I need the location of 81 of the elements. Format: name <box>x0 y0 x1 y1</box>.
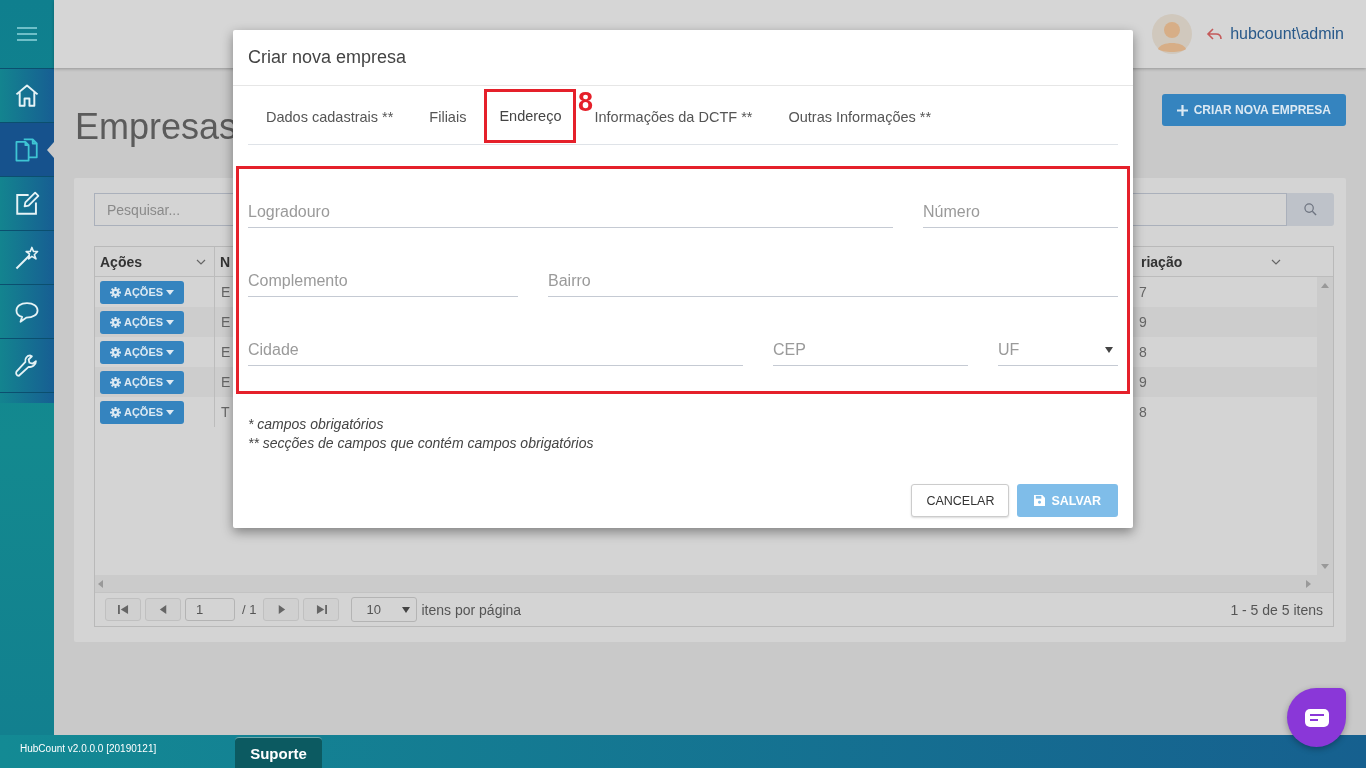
tab[interactable]: Endereço <box>484 89 577 143</box>
table-cell-text: E <box>220 314 232 330</box>
annotation-number: 8 <box>578 87 594 118</box>
create-company-button[interactable]: CRIAR NOVA EMPRESA <box>1161 94 1346 126</box>
sidebar-item[interactable] <box>0 122 54 176</box>
chevron-down-icon <box>196 258 206 265</box>
search-icon <box>1304 203 1317 216</box>
table-cell-text: 8 <box>1138 344 1148 360</box>
caret-icon <box>166 379 175 385</box>
actions-button[interactable]: AÇÕES <box>100 340 184 364</box>
caret-icon <box>1105 346 1113 353</box>
page-size-select[interactable]: 10 <box>351 597 418 622</box>
wrench-icon <box>14 352 40 379</box>
message-icon <box>1304 708 1329 727</box>
table-cell-text: E <box>220 284 232 300</box>
cancel-button[interactable]: CANCELAR <box>911 484 1010 517</box>
caret-icon <box>166 409 175 415</box>
avatar-icon <box>1152 14 1193 54</box>
input-field[interactable]: Bairro <box>548 267 1118 297</box>
footnote: ** secções de campos que contém campos obrigatórios <box>248 434 595 453</box>
tab[interactable]: Filiais <box>411 89 485 144</box>
edit-icon <box>14 190 40 217</box>
column-header[interactable]: riação <box>1141 247 1333 276</box>
first-page-icon <box>117 604 129 615</box>
scroll-left-icon <box>98 579 103 588</box>
tab[interactable]: Dados cadastrais ** <box>248 89 412 144</box>
gear-icon <box>109 316 121 328</box>
input-field[interactable]: Complemento <box>248 267 518 297</box>
home-icon <box>14 82 40 109</box>
user-name[interactable]: hubcount\admin <box>1230 25 1344 43</box>
input-field[interactable]: Logradouro <box>248 198 893 228</box>
horizontal-scrollbar[interactable] <box>95 575 1333 592</box>
table-cell-text: 7 <box>1138 284 1148 300</box>
table-cell-text: T <box>220 404 231 420</box>
column-header[interactable]: Ações <box>95 247 215 276</box>
caret-icon <box>402 606 411 613</box>
table-cell-text: E <box>220 374 232 390</box>
next-page-button[interactable] <box>263 598 300 621</box>
previous-page-button[interactable] <box>145 598 181 621</box>
support-tab[interactable]: Suporte <box>235 737 322 768</box>
scroll-down-icon <box>1321 564 1329 569</box>
page-count: / 1 <box>242 602 257 617</box>
actions-button[interactable]: AÇÕES <box>100 370 184 394</box>
actions-button[interactable]: AÇÕES <box>100 400 184 424</box>
gear-icon <box>109 346 121 358</box>
version-label: HubCount v2.0.0.0 [20190121] <box>20 743 157 754</box>
gear-icon <box>109 406 121 418</box>
table-cell-text: 9 <box>1138 374 1148 390</box>
gear-icon <box>109 376 121 388</box>
select-field[interactable]: UF <box>998 336 1118 366</box>
input-field[interactable]: CEP <box>773 336 968 366</box>
table-cell-text: 9 <box>1138 314 1148 330</box>
caret-icon <box>166 289 175 295</box>
caret-icon <box>166 319 175 325</box>
dialog-title: Criar nova empresa <box>233 30 1133 86</box>
actions-button[interactable]: AÇÕES <box>100 280 184 304</box>
page-input[interactable]: 1 <box>185 598 235 621</box>
previous-page-icon <box>157 604 169 615</box>
footnote: * campos obrigatórios <box>248 415 385 434</box>
reply-arrow-icon <box>1206 27 1223 41</box>
documents-icon <box>14 136 40 163</box>
vertical-scrollbar[interactable] <box>1317 277 1333 575</box>
caret-icon <box>166 349 175 355</box>
tab[interactable]: Outras Informações ** <box>770 89 950 144</box>
last-page-button[interactable] <box>303 598 340 621</box>
table-cell-text: 8 <box>1138 404 1148 420</box>
gear-icon <box>109 286 121 298</box>
items-summary: 1 - 5 de 5 itens <box>1230 601 1323 618</box>
first-page-button[interactable] <box>105 598 141 621</box>
magic-wand-icon <box>14 244 40 271</box>
chevron-down-icon <box>1271 258 1281 265</box>
scroll-right-icon <box>1306 579 1311 588</box>
input-field[interactable]: Número <box>923 198 1118 228</box>
actions-button[interactable]: AÇÕES <box>100 310 184 334</box>
menu-icon <box>17 27 37 41</box>
page-title: Empresas <box>75 106 238 148</box>
page-size-label: itens por página <box>421 601 522 618</box>
scroll-up-icon <box>1321 283 1329 288</box>
last-page-icon <box>315 604 327 615</box>
plus-icon <box>1176 104 1188 116</box>
input-field[interactable]: Cidade <box>248 336 743 366</box>
